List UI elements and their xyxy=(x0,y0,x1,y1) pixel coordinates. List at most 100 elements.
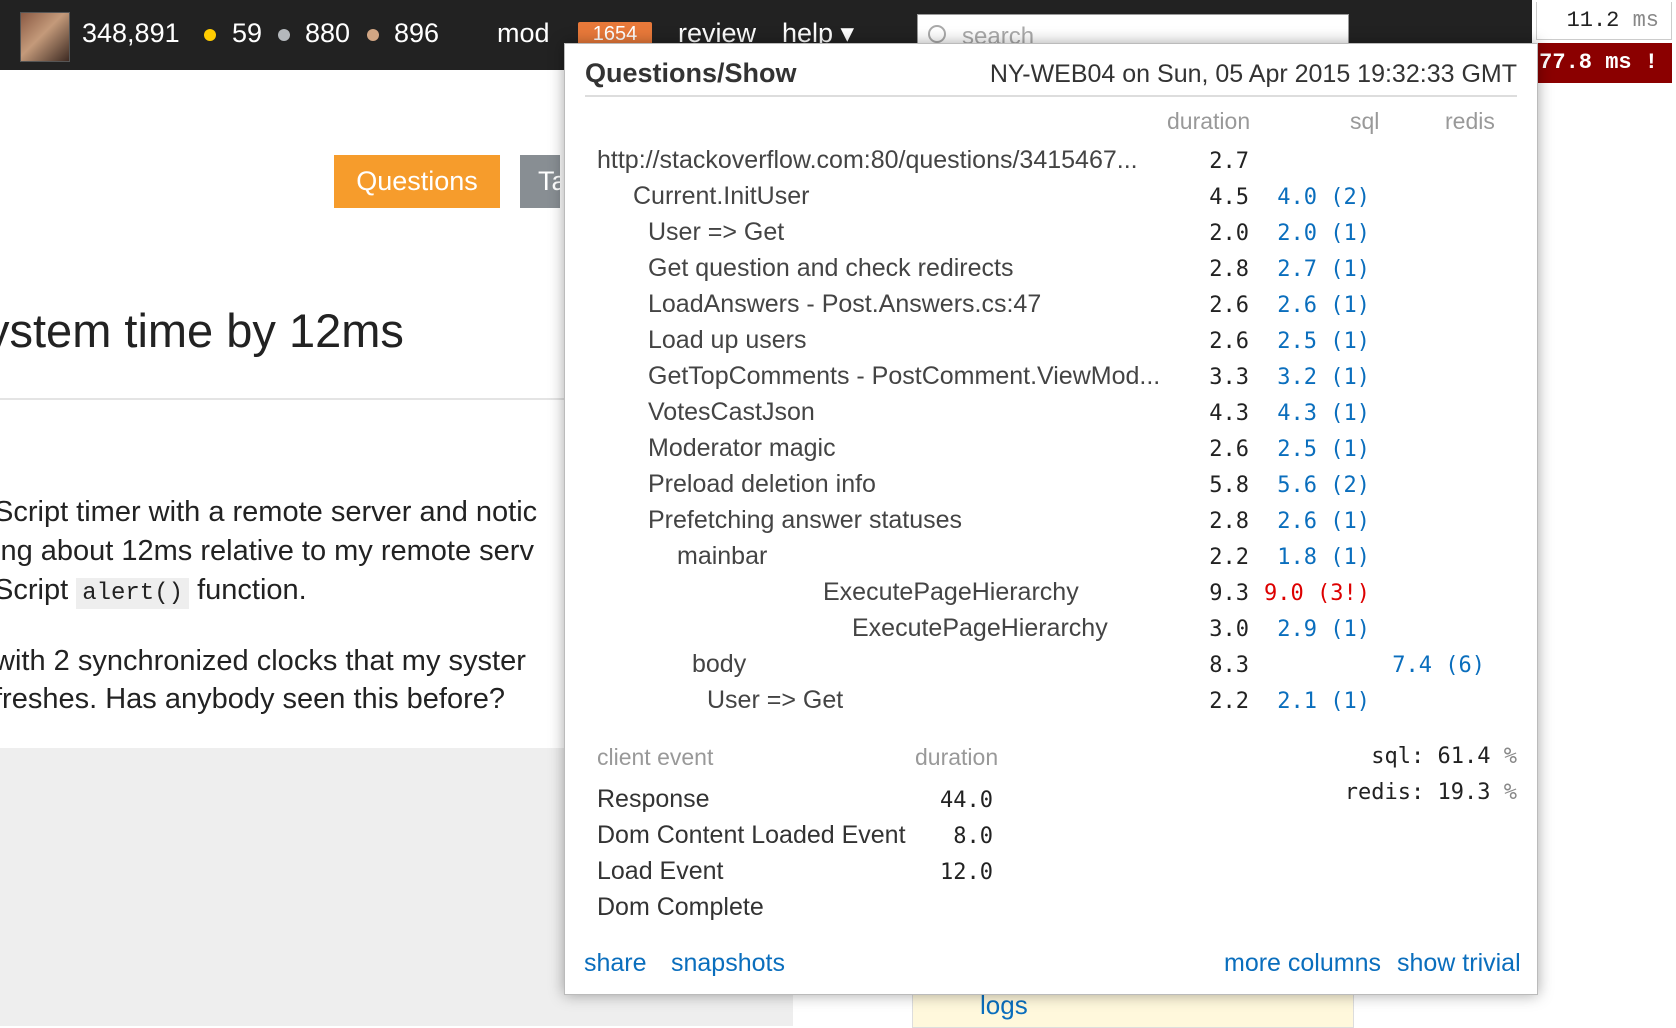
gold-badge-icon xyxy=(204,29,216,41)
client-duration-header: duration xyxy=(915,744,999,770)
profiler-badge[interactable]: 11.2 ms xyxy=(1536,2,1672,40)
timing-row[interactable]: User => Get 2.0 2.0 (1) xyxy=(565,218,1537,254)
timing-duration: 2.8 xyxy=(1209,509,1249,534)
timing-sql-link[interactable]: 2.7 (1) xyxy=(1277,257,1370,282)
questions-tab[interactable]: Questions xyxy=(334,155,500,208)
timing-row[interactable]: Prefetching answer statuses 2.8 2.6 (1) xyxy=(565,506,1537,542)
silver-badge-icon xyxy=(278,29,290,41)
question-body-line: ing about 12ms relative to my remote ser… xyxy=(0,535,534,567)
timing-duration: 3.3 xyxy=(1209,365,1249,390)
timing-sql-link[interactable]: 2.9 (1) xyxy=(1277,617,1370,642)
redis-percentage: redis: 19.3 % xyxy=(1217,780,1517,816)
timing-sql-link[interactable]: 4.3 (1) xyxy=(1277,401,1370,426)
timing-duration: 2.6 xyxy=(1209,293,1249,318)
tags-tab[interactable]: Ta xyxy=(520,155,560,208)
timing-sql-link[interactable]: 3.2 (1) xyxy=(1277,365,1370,390)
timing-duration: 4.3 xyxy=(1209,401,1249,426)
timing-row[interactable]: mainbar 2.2 1.8 (1) xyxy=(565,542,1537,578)
timing-sql-link[interactable]: 2.1 (1) xyxy=(1277,689,1370,714)
timing-name: ExecutePageHierarchy xyxy=(823,578,1079,606)
timing-row[interactable]: GetTopComments - PostComment.ViewMod... 3… xyxy=(565,362,1537,398)
reputation[interactable]: 348,891 xyxy=(82,18,180,49)
question-title[interactable]: ystem time by 12ms xyxy=(0,303,404,358)
timing-row[interactable]: http://stackoverflow.com:80/questions/34… xyxy=(565,146,1537,182)
timing-name: User => Get xyxy=(707,686,844,714)
timing-duration: 9.3 xyxy=(1209,581,1249,606)
timing-duration: 2.2 xyxy=(1209,689,1249,714)
timing-row[interactable]: Load up users 2.6 2.5 (1) xyxy=(565,326,1537,362)
timing-row[interactable]: Moderator magic 2.6 2.5 (1) xyxy=(565,434,1537,470)
client-event-row: Load Event 12.0 xyxy=(565,857,1165,893)
timing-row[interactable]: VotesCastJson 4.3 4.3 (1) xyxy=(565,398,1537,434)
timing-duration: 2.6 xyxy=(1209,437,1249,462)
gold-badge-count: 59 xyxy=(232,18,263,48)
timing-sql-link[interactable]: 5.6 (2) xyxy=(1277,473,1370,498)
question-body-line: with 2 synchronized clocks that my syste… xyxy=(0,645,526,677)
timing-row[interactable]: body 8.3 7.4 (6) xyxy=(565,650,1537,686)
timing-row[interactable]: Preload deletion info 5.8 5.6 (2) xyxy=(565,470,1537,506)
profiler-badge-slow[interactable]: 77.8 ms ! xyxy=(1536,43,1672,83)
timing-row[interactable]: ExecutePageHierarchy 9.3 9.0 (3!) xyxy=(565,578,1537,614)
profiler-badge-unit: ms xyxy=(1632,8,1659,33)
timing-sql-link[interactable]: 9.0 (3!) xyxy=(1264,581,1370,606)
profiler-badge-value: 11.2 xyxy=(1566,8,1620,33)
timing-name: User => Get xyxy=(648,218,785,246)
timing-row[interactable]: User => Get 2.2 2.1 (1) xyxy=(565,686,1537,722)
timing-name: Load up users xyxy=(648,326,807,354)
user-avatar[interactable] xyxy=(20,12,70,62)
duration-column-header: duration xyxy=(1167,108,1251,134)
snapshots-link[interactable]: snapshots xyxy=(671,949,785,978)
timing-sql-link[interactable]: 1.8 (1) xyxy=(1277,545,1370,570)
timing-name: body xyxy=(692,650,747,678)
timing-name: VotesCastJson xyxy=(648,398,815,426)
timing-duration: 8.3 xyxy=(1209,653,1249,678)
profiler-badge-value: 77.8 xyxy=(1539,50,1592,75)
timing-sql-link[interactable]: 4.0 (2) xyxy=(1277,185,1370,210)
timing-name: Preload deletion info xyxy=(648,470,876,498)
sql-column-header: sql xyxy=(1350,108,1380,134)
question-body-line: Script timer with a remote server and no… xyxy=(0,496,538,528)
timing-duration: 2.0 xyxy=(1209,221,1249,246)
timing-sql-link[interactable]: 2.5 (1) xyxy=(1277,437,1370,462)
mod-link[interactable]: mod xyxy=(497,18,550,49)
timing-redis-link[interactable]: 7.4 (6) xyxy=(1392,653,1485,678)
silver-badge-count: 880 xyxy=(305,18,351,48)
timing-row[interactable]: ExecutePageHierarchy 3.0 2.9 (1) xyxy=(565,614,1537,650)
timing-sql-link[interactable]: 2.5 (1) xyxy=(1277,329,1370,354)
header-divider xyxy=(585,95,1517,97)
timing-duration: 3.0 xyxy=(1209,617,1249,642)
percentage-label: redis: xyxy=(1344,780,1425,805)
profiler-popup: Questions/Show NY-WEB04 on Sun, 05 Apr 2… xyxy=(564,43,1538,995)
client-event-row: Dom Complete xyxy=(565,893,1165,929)
timing-name: Current.InitUser xyxy=(633,182,810,210)
timing-name: Prefetching answer statuses xyxy=(648,506,963,534)
client-event-row: Dom Content Loaded Event 8.0 xyxy=(565,821,1165,857)
timing-row[interactable]: LoadAnswers - Post.Answers.cs:47 2.6 2.6 (… xyxy=(565,290,1537,326)
bronze-badge-icon xyxy=(367,29,379,41)
inline-code: alert() xyxy=(76,578,190,609)
timing-name: ExecutePageHierarchy xyxy=(852,614,1108,642)
server-info: NY-WEB04 on Sun, 05 Apr 2015 19:32:33 GM… xyxy=(989,60,1517,88)
percentage-label: sql: xyxy=(1371,744,1425,769)
percentage-unit: % xyxy=(1503,780,1517,805)
timing-row[interactable]: Get question and check redirects 2.8 2.7 (… xyxy=(565,254,1537,290)
timing-row[interactable]: Current.InitUser 4.5 4.0 (2) xyxy=(565,182,1537,218)
show-trivial-link[interactable]: show trivial xyxy=(1397,949,1521,978)
search-icon xyxy=(928,25,946,43)
share-link[interactable]: share xyxy=(584,949,647,978)
timing-sql-link[interactable]: 2.6 (1) xyxy=(1277,509,1370,534)
timing-name: GetTopComments - PostComment.ViewMod... xyxy=(648,362,1161,390)
timing-duration: 5.8 xyxy=(1209,473,1249,498)
timing-duration: 2.2 xyxy=(1209,545,1249,570)
timing-duration: 2.8 xyxy=(1209,257,1249,282)
client-event-row: Response 44.0 xyxy=(565,785,1165,821)
timing-duration: 4.5 xyxy=(1209,185,1249,210)
client-event-header: client event xyxy=(597,744,714,770)
timing-sql-link[interactable]: 2.6 (1) xyxy=(1277,293,1370,318)
more-columns-link[interactable]: more columns xyxy=(1224,949,1381,978)
percentage-value: 19.3 xyxy=(1437,780,1491,805)
request-name: Questions/Show xyxy=(585,58,797,88)
timing-sql-link[interactable]: 2.0 (1) xyxy=(1277,221,1370,246)
sql-percentage: sql: 61.4 % xyxy=(1217,744,1517,780)
title-divider xyxy=(0,398,565,400)
